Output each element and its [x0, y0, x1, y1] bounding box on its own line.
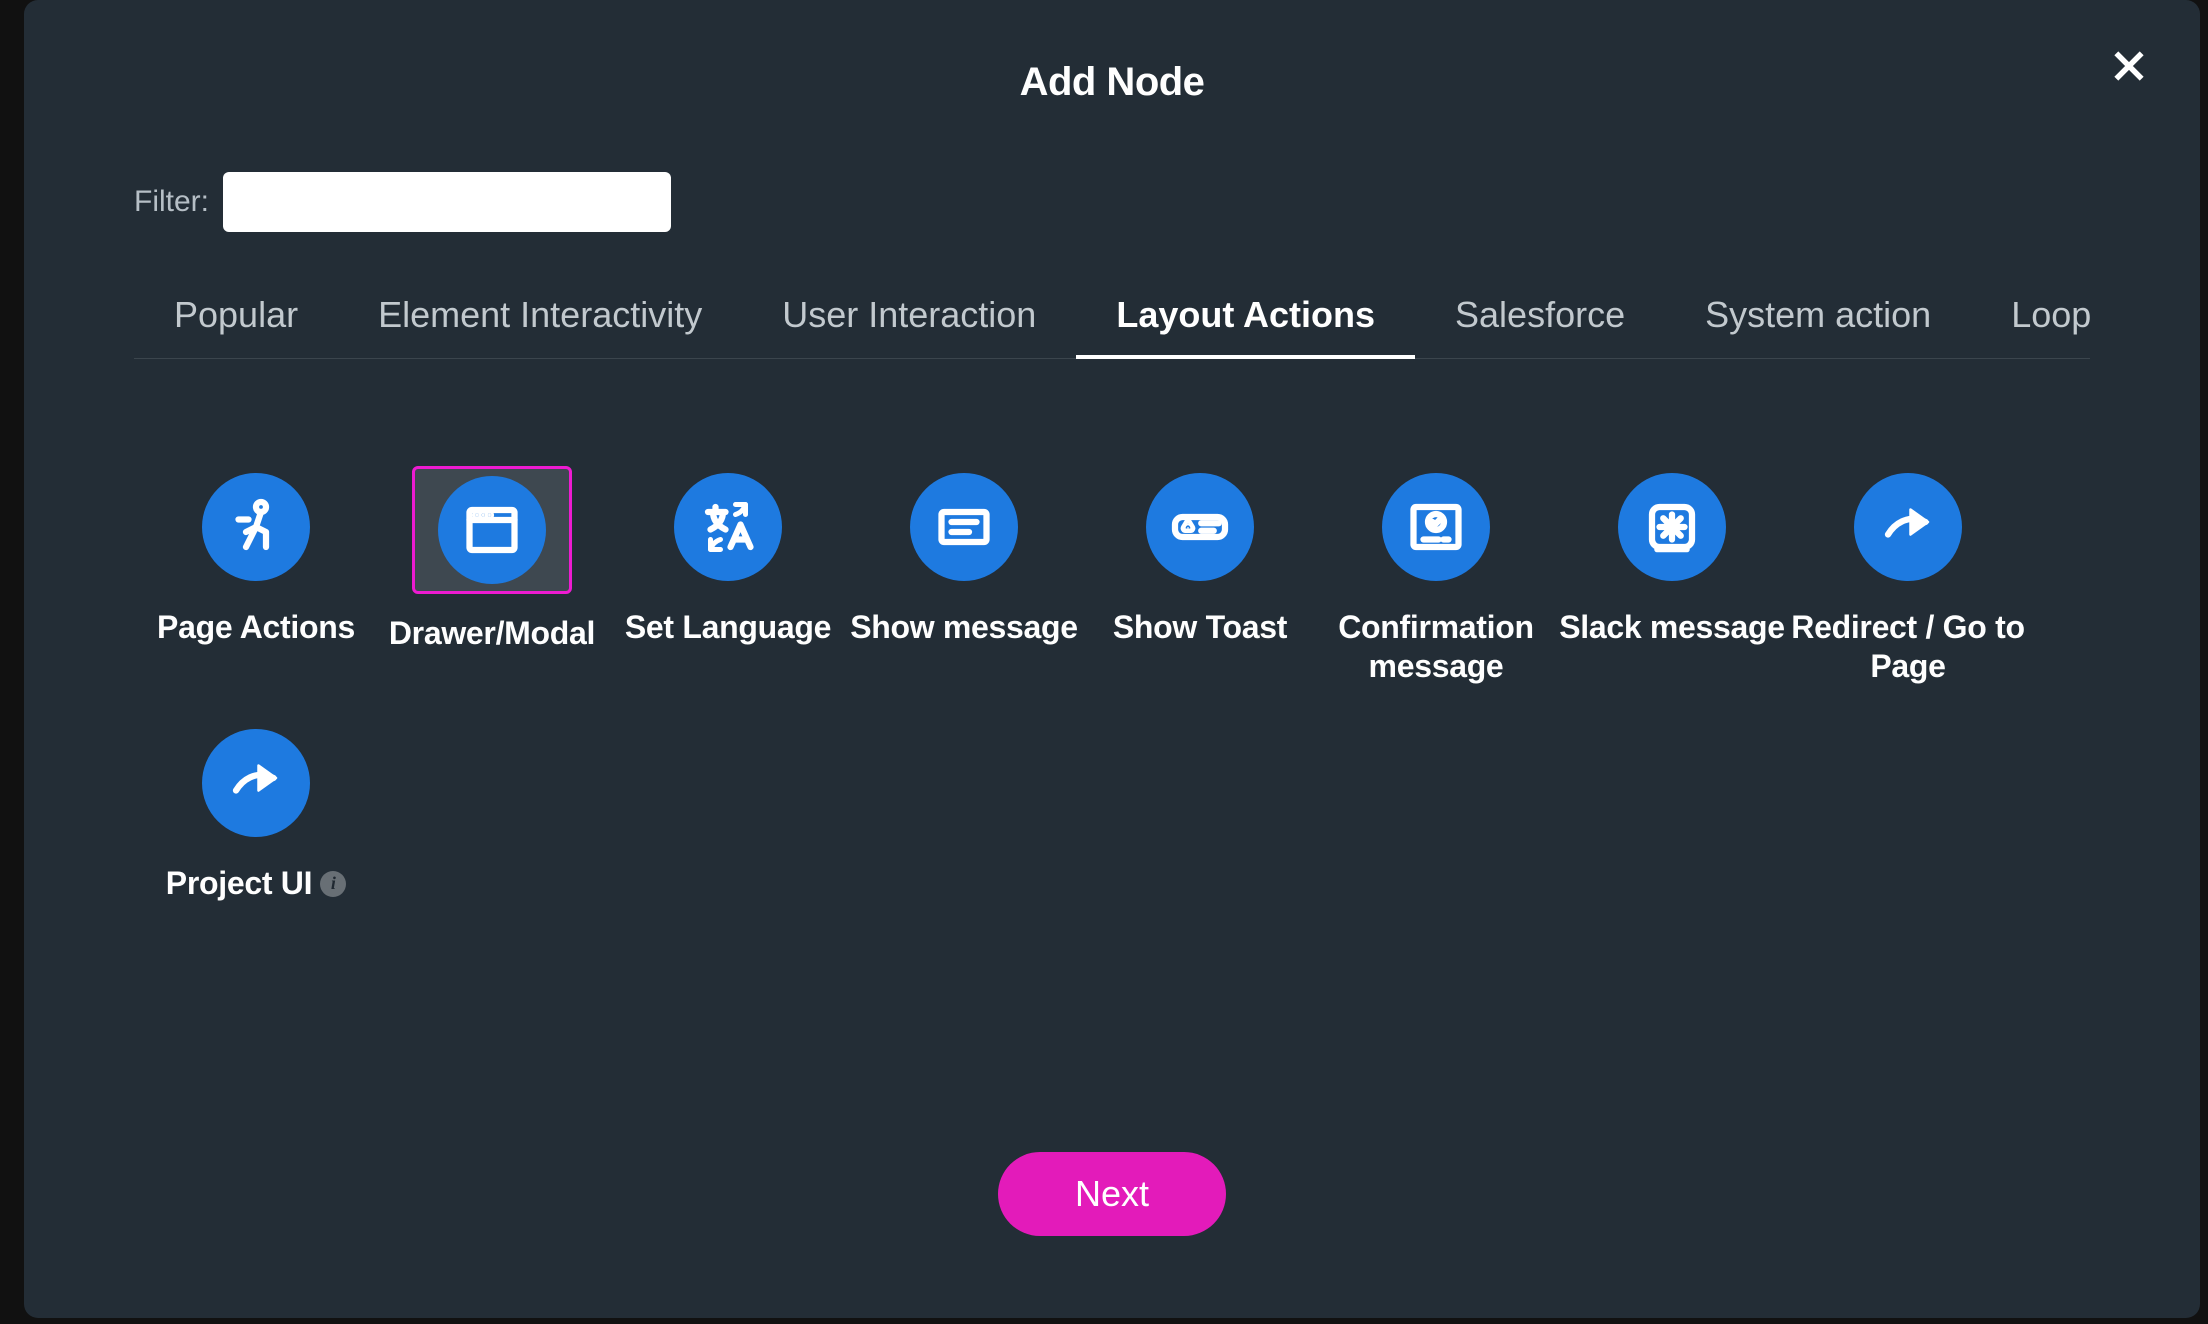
tab-system-action[interactable]: System action [1665, 294, 1971, 358]
tab-user-interaction[interactable]: User Interaction [742, 294, 1076, 358]
redirect-arrow-icon [202, 729, 310, 837]
node-card-project-ui[interactable]: Project UIi [138, 704, 374, 921]
node-card-set-language[interactable]: Set Language [610, 448, 846, 704]
node-card-page-actions[interactable]: Page Actions [138, 448, 374, 704]
confirm-icon [1382, 473, 1490, 581]
node-grid: Page Actions Drawer/Modal Set Language Show… [138, 448, 2086, 921]
slack-icon [1618, 473, 1726, 581]
node-card-drawer-modal[interactable]: Drawer/Modal [374, 448, 610, 704]
node-card-confirmation-message[interactable]: Confirmation message [1318, 448, 1554, 704]
filter-label: Filter: [134, 185, 209, 219]
node-icon-wrap [179, 722, 333, 844]
node-label: Redirect / Go to Page [1790, 608, 2026, 686]
node-label: Page Actions [157, 608, 355, 647]
node-card-show-message[interactable]: Show message [846, 448, 1082, 704]
node-icon-wrap [412, 466, 572, 594]
node-label: Set Language [625, 608, 831, 647]
node-icon-wrap [1831, 466, 1985, 588]
node-label: Show message [850, 608, 1078, 647]
filter-input[interactable] [223, 172, 671, 232]
tab-loop[interactable]: Loop [1971, 294, 2131, 358]
node-label: Drawer/Modal [389, 614, 595, 653]
tab-popular[interactable]: Popular [134, 294, 338, 358]
message-box-icon [910, 473, 1018, 581]
modal-title: Add Node [24, 60, 2200, 105]
tab-salesforce[interactable]: Salesforce [1415, 294, 1665, 358]
window-icon [438, 476, 546, 584]
node-label: Project UIi [166, 864, 346, 903]
run-person-icon [202, 473, 310, 581]
tab-layout-actions[interactable]: Layout Actions [1076, 294, 1415, 358]
filter-row: Filter: [134, 172, 671, 232]
node-icon-wrap [1595, 466, 1749, 588]
node-card-slack-message[interactable]: Slack message [1554, 448, 1790, 704]
node-card-redirect[interactable]: Redirect / Go to Page [1790, 448, 2026, 704]
tab-element-interactivity[interactable]: Element Interactivity [338, 294, 742, 358]
next-button[interactable]: Next [998, 1152, 1226, 1236]
node-icon-wrap [1359, 466, 1513, 588]
node-card-show-toast[interactable]: Show Toast [1082, 448, 1318, 704]
translate-icon [674, 473, 782, 581]
add-node-modal: Add Node Filter: PopularElement Interact… [24, 0, 2200, 1318]
redirect-arrow-icon [1854, 473, 1962, 581]
node-label: Slack message [1559, 608, 1785, 647]
toast-icon [1146, 473, 1254, 581]
node-icon-wrap [887, 466, 1041, 588]
node-icon-wrap [179, 466, 333, 588]
tabs: PopularElement InteractivityUser Interac… [134, 294, 2090, 359]
node-label: Confirmation message [1318, 608, 1554, 686]
node-icon-wrap [651, 466, 805, 588]
info-icon[interactable]: i [320, 871, 346, 897]
node-icon-wrap [1123, 466, 1277, 588]
node-label: Show Toast [1113, 608, 1287, 647]
